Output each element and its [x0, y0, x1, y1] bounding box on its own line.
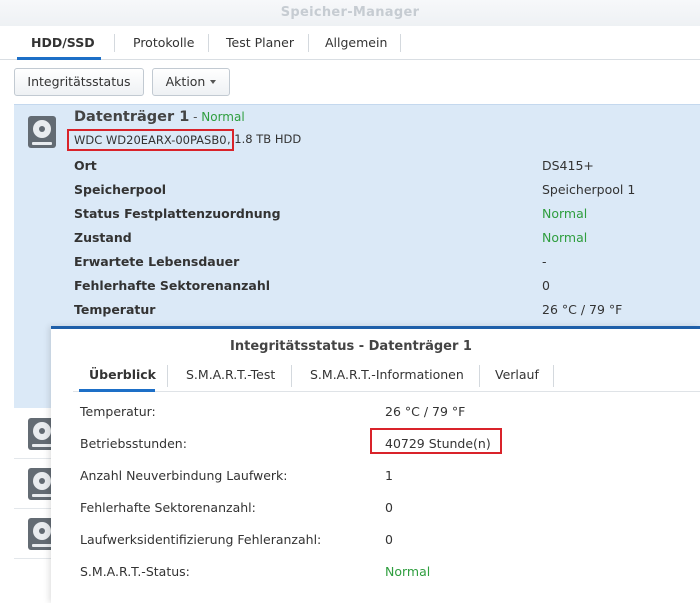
prop-label-bad-sectors: Fehlerhafte Sektorenanzahl: [74, 278, 271, 293]
disk-model: WDC WD20EARX-00PASB0: [67, 129, 234, 151]
dialog-tabs-divider: [73, 391, 700, 392]
row-value-smart-status: Normal: [385, 564, 431, 579]
prop-value-storage-pool: Speicherpool 1: [542, 182, 636, 197]
row-label-id-errors: Laufwerksidentifizierung Fehleranzahl:: [80, 532, 322, 547]
disk-status: Normal: [201, 110, 245, 124]
row-label-reconnect-count: Anzahl Neuverbindung Laufwerk:: [80, 468, 288, 483]
tab-separator: [114, 34, 115, 52]
health-status-button[interactable]: Integritätsstatus: [14, 68, 144, 96]
tab-separator: [308, 34, 309, 52]
prop-value-temperature: 26 °C / 79 °F: [542, 302, 623, 317]
tab-protokolle[interactable]: Protokolle: [133, 33, 194, 53]
dialog-tab-smart-test[interactable]: S.M.A.R.T.-Test: [186, 367, 275, 382]
prop-value-health: Normal: [542, 230, 588, 245]
row-value-reconnect-count: 1: [385, 468, 393, 483]
dialog-active-tab-indicator: [79, 389, 155, 392]
prop-label-storage-pool: Speicherpool: [74, 182, 167, 197]
dialog-tab-separator: [553, 365, 554, 387]
disk-name: Datenträger 1: [74, 109, 190, 125]
disk-title: Datenträger 1 - Normal: [74, 109, 245, 125]
dialog-tab-separator: [479, 365, 480, 387]
prop-value-location: DS415+: [542, 158, 594, 173]
action-dropdown-button[interactable]: Aktion: [152, 68, 230, 96]
dialog-title: Integritätsstatus - Datenträger 1: [230, 339, 472, 354]
disk-title-separator: -: [189, 110, 202, 124]
row-value-bad-sectors: 0: [385, 500, 393, 515]
tab-separator: [208, 34, 209, 52]
row-value-temperature: 26 °C / 79 °F: [385, 404, 466, 419]
dialog-tab-separator: [167, 365, 168, 387]
row-value-id-errors: 0: [385, 532, 393, 547]
dialog-tab-history[interactable]: Verlauf: [495, 367, 539, 382]
prop-label-health: Zustand: [74, 230, 132, 245]
prop-label-location: Ort: [74, 158, 97, 173]
tab-hdd-ssd[interactable]: HDD/SSD: [31, 33, 95, 53]
dialog-tab-smart-info[interactable]: S.M.A.R.T.-Informationen: [310, 367, 464, 382]
disk-capacity-type: , 1.8 TB HDD: [227, 132, 302, 146]
row-label-bad-sectors: Fehlerhafte Sektorenanzahl:: [80, 500, 256, 515]
hdd-icon: [28, 116, 56, 148]
row-value-power-on-hours: 40729 Stunde(n): [385, 436, 491, 451]
prop-value-allocation-status: Normal: [542, 206, 588, 221]
caret-down-icon: [210, 80, 217, 84]
row-label-temperature: Temperatur:: [80, 404, 156, 419]
prop-label-life-expectancy: Erwartete Lebensdauer: [74, 254, 240, 269]
prop-value-bad-sectors: 0: [542, 278, 550, 293]
main-tabbar: HDD/SSD Protokolle Test Planer Allgemein: [0, 26, 700, 60]
prop-label-temperature: Temperatur: [74, 302, 156, 317]
prop-label-allocation-status: Status Festplattenzuordnung: [74, 206, 281, 221]
dialog-tab-overview[interactable]: Überblick: [89, 367, 156, 382]
row-label-power-on-hours: Betriebsstunden:: [80, 436, 187, 451]
prop-value-life-expectancy: -: [542, 254, 547, 269]
active-tab-indicator: [17, 57, 101, 60]
row-label-smart-status: S.M.A.R.T.-Status:: [80, 564, 190, 579]
dialog-tab-separator: [291, 365, 292, 387]
tab-test-planer[interactable]: Test Planer: [226, 33, 294, 53]
window-title: Speicher-Manager: [280, 5, 420, 20]
action-label: Aktion: [165, 74, 206, 89]
health-status-dialog: Integritätsstatus - Datenträger 1 Überbl…: [51, 326, 700, 603]
tab-allgemein[interactable]: Allgemein: [325, 33, 387, 53]
tab-separator: [400, 34, 401, 52]
window-titlebar: Speicher-Manager: [0, 0, 700, 26]
